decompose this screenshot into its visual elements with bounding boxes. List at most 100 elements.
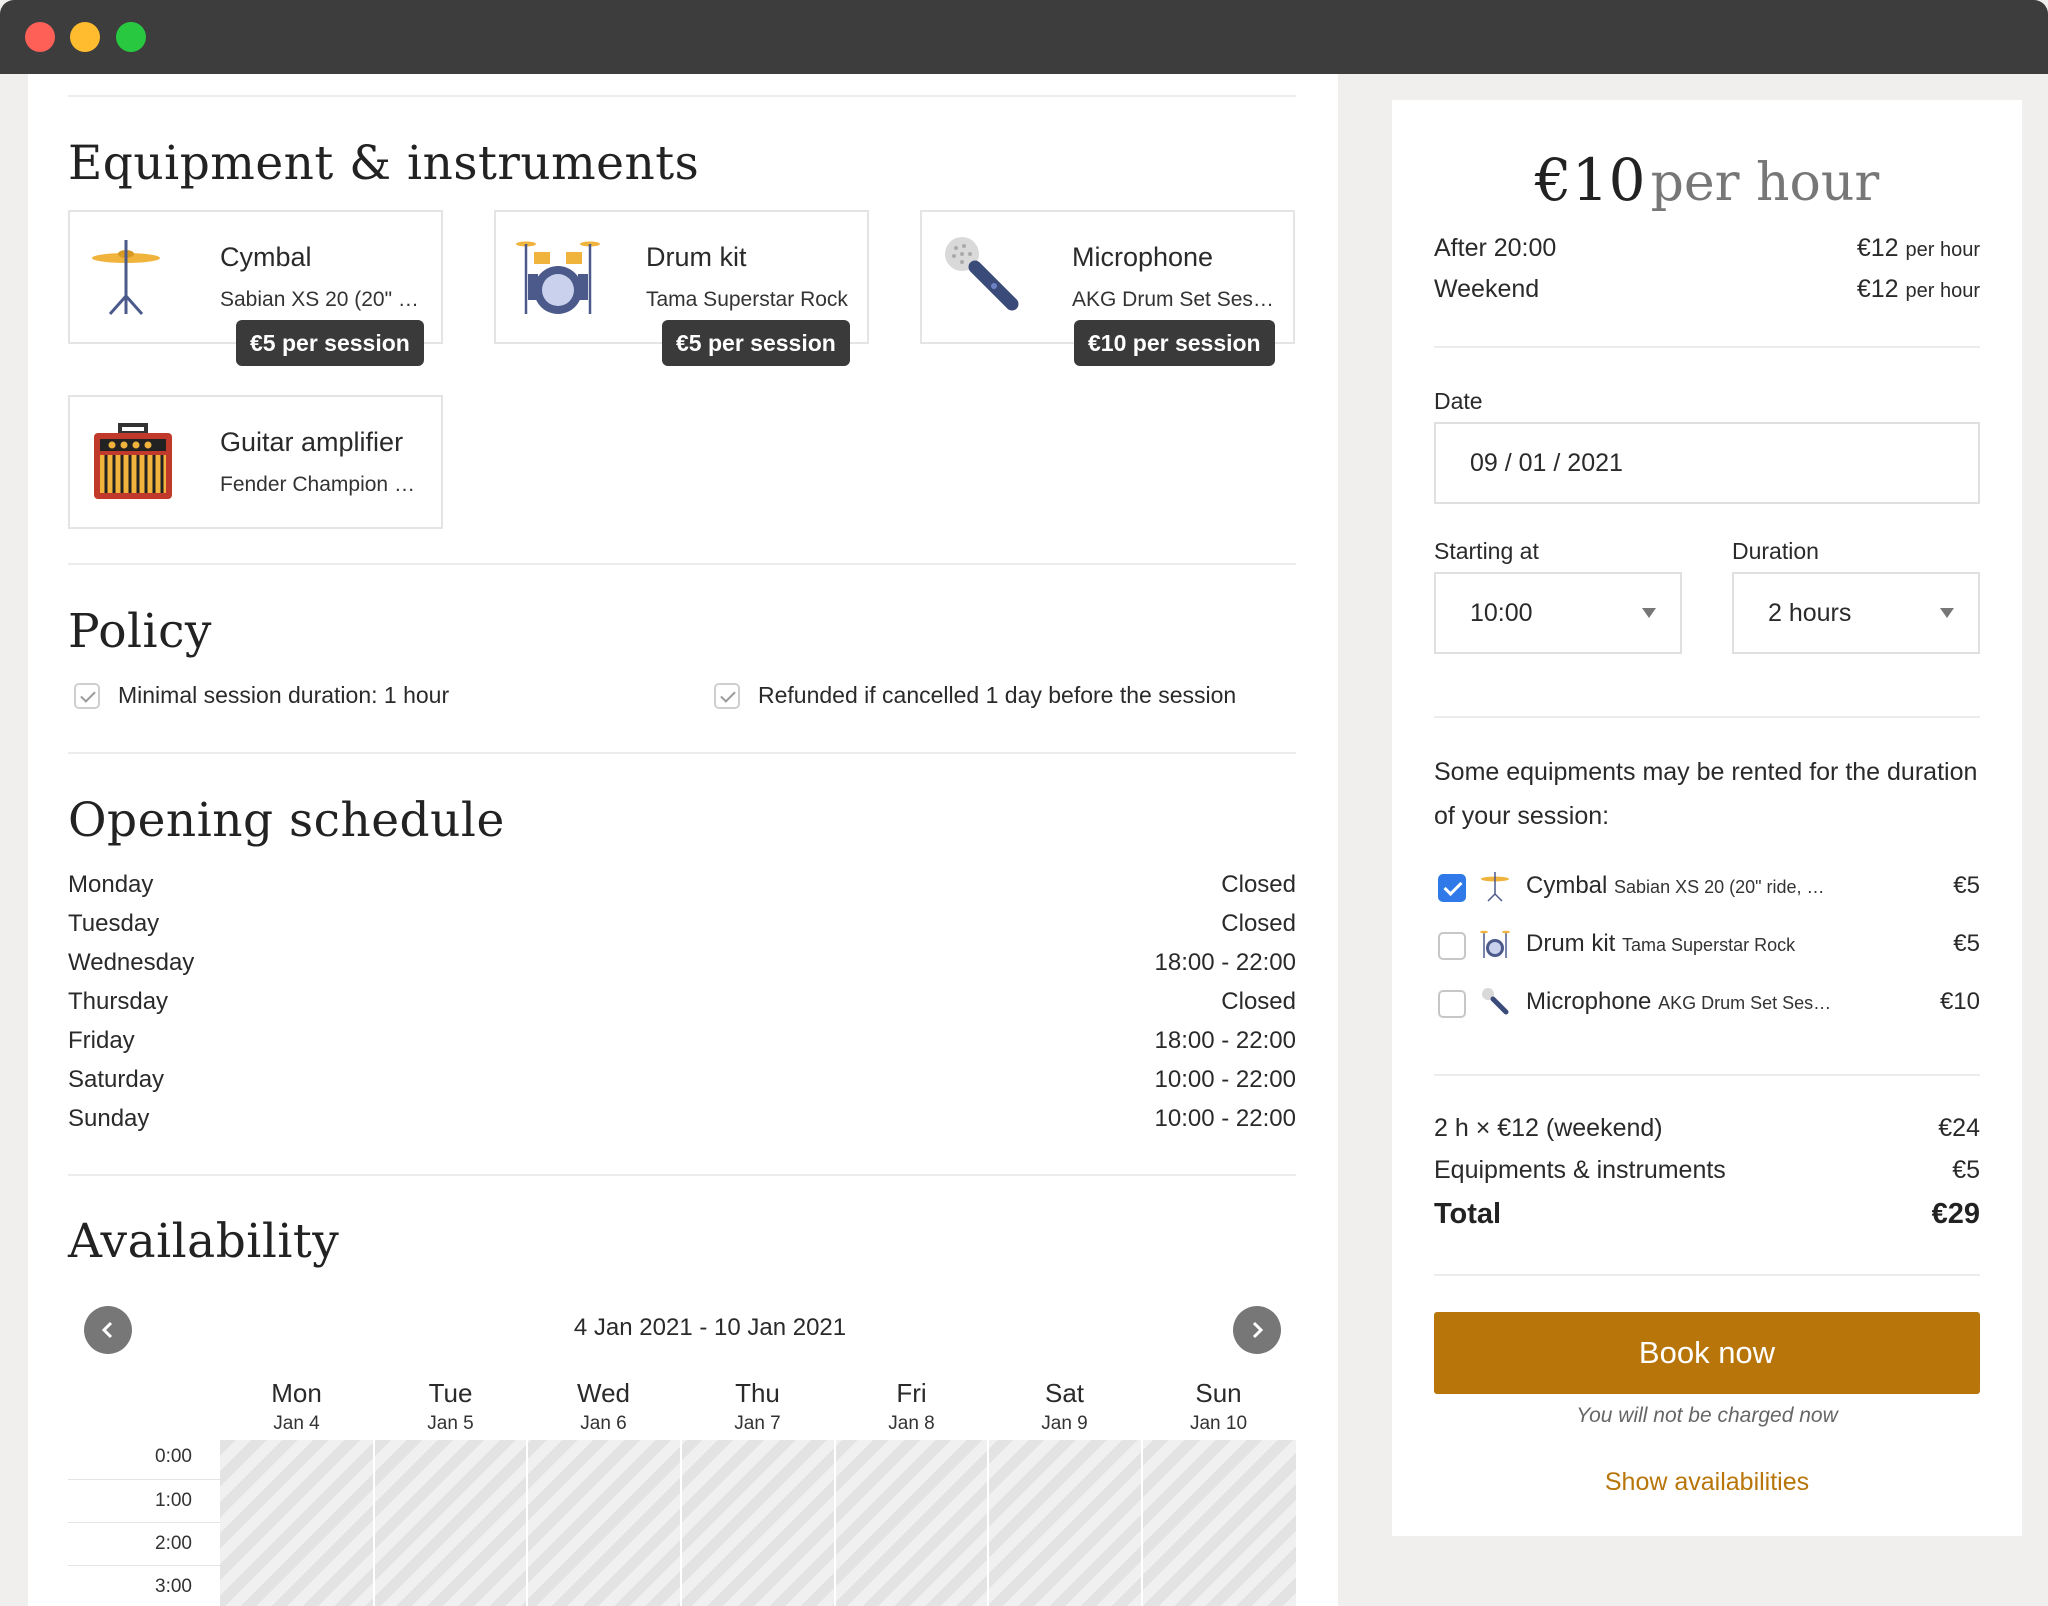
rental-price: €10 bbox=[1939, 988, 1980, 1015]
equipment-description: Sabian XS 20 (20" ride, Brilliant finish… bbox=[220, 288, 425, 311]
schedule-day: Wednesday bbox=[68, 949, 195, 976]
studio-details-panel: Equipment & instruments Cymbal Sabian XS… bbox=[28, 74, 1338, 1606]
rate-unit: per hour bbox=[1905, 280, 1981, 302]
day-header: Wed Jan 6 bbox=[527, 1378, 680, 1435]
book-now-button[interactable]: Book now bbox=[1434, 1312, 1980, 1394]
schedule-row: Sunday 10:00 - 22:00 bbox=[68, 1105, 1296, 1144]
policy-text: Refunded if cancelled 1 day before the s… bbox=[758, 682, 1237, 708]
schedule-day: Tuesday bbox=[68, 910, 160, 937]
schedule-row: Monday Closed bbox=[68, 871, 1296, 910]
schedule-hours: 10:00 - 22:00 bbox=[1154, 1066, 1296, 1093]
rental-item-microphone[interactable]: Microphone AKG Drum Set Ses… €10 bbox=[1434, 984, 1980, 1024]
day-date: Jan 6 bbox=[580, 1413, 627, 1434]
hourly-price: €10 per hour bbox=[1392, 146, 2022, 214]
day-header: Sat Jan 9 bbox=[988, 1378, 1141, 1435]
rate-row: After 20:00 €12 per hour bbox=[1434, 234, 1980, 263]
divider bbox=[1434, 1074, 1980, 1076]
availability-grid bbox=[220, 1440, 1296, 1606]
chevron-down-icon bbox=[1642, 608, 1656, 618]
equipment-name: Cymbal bbox=[220, 242, 312, 272]
date-input[interactable]: 09 / 01 / 2021 bbox=[1434, 422, 1980, 504]
rental-description: Sabian XS 20 (20" ride, … bbox=[1614, 877, 1825, 897]
equipment-card-microphone[interactable]: Microphone AKG Drum Set Session I €10 pe… bbox=[920, 210, 1295, 366]
rental-description: AKG Drum Set Ses… bbox=[1658, 993, 1832, 1013]
drum-kit-icon bbox=[1480, 930, 1510, 958]
close-window-button[interactable] bbox=[25, 22, 55, 52]
rental-price: €5 bbox=[1953, 930, 1980, 957]
day-date: Jan 7 bbox=[734, 1413, 781, 1434]
divider bbox=[1434, 346, 1980, 348]
day-name: Tue bbox=[428, 1378, 473, 1408]
rental-checkbox[interactable] bbox=[1438, 990, 1466, 1018]
rental-item-cymbal[interactable]: Cymbal Sabian XS 20 (20" ride, … €5 bbox=[1434, 868, 1980, 908]
minimize-window-button[interactable] bbox=[70, 22, 100, 52]
chevron-left-icon bbox=[101, 1321, 113, 1339]
day-header: Sun Jan 10 bbox=[1142, 1378, 1295, 1435]
price-badge: €10 per session bbox=[1074, 320, 1275, 366]
total-label: Total bbox=[1434, 1198, 1502, 1230]
maximize-window-button[interactable] bbox=[116, 22, 146, 52]
day-name: Sat bbox=[1044, 1378, 1085, 1408]
rate-row: Weekend €12 per hour bbox=[1434, 275, 1980, 304]
drum-kit-icon bbox=[516, 241, 600, 314]
schedule-day: Friday bbox=[68, 1027, 135, 1054]
schedule-day: Thursday bbox=[68, 988, 169, 1015]
time-label: 3:00 bbox=[68, 1565, 220, 1606]
rental-checkbox[interactable] bbox=[1438, 874, 1466, 902]
rate-value: €12 bbox=[1856, 234, 1899, 262]
starting-at-label: Starting at bbox=[1434, 538, 1539, 564]
schedule-row: Thursday Closed bbox=[68, 988, 1296, 1027]
chevron-right-icon bbox=[1252, 1321, 1264, 1339]
equipment-card-cymbal[interactable]: Cymbal Sabian XS 20 (20" ride, Brilliant… bbox=[68, 210, 443, 366]
equipment-card-guitar-amplifier[interactable]: Guitar amplifier Fender Champion 100 bbox=[68, 395, 443, 529]
total-row: Total €29 bbox=[1434, 1198, 1980, 1231]
previous-week-button[interactable] bbox=[84, 1306, 132, 1354]
divider bbox=[68, 1174, 1296, 1176]
rate-label: Weekend bbox=[1434, 275, 1540, 303]
schedule-day: Monday bbox=[68, 871, 154, 898]
equipment-heading: Equipment & instruments bbox=[68, 136, 700, 191]
check-icon bbox=[714, 682, 740, 709]
schedule-row: Tuesday Closed bbox=[68, 910, 1296, 949]
schedule-day: Saturday bbox=[68, 1066, 165, 1093]
price-badge: €5 per session bbox=[236, 320, 424, 366]
day-name: Mon bbox=[271, 1378, 322, 1408]
schedule-row: Saturday 10:00 - 22:00 bbox=[68, 1066, 1296, 1105]
duration-select[interactable]: 2 hours bbox=[1732, 572, 1980, 654]
duration-value: 2 hours bbox=[1768, 599, 1852, 627]
show-availabilities-link[interactable]: Show availabilities bbox=[1434, 1468, 1980, 1497]
equipment-card-drum-kit[interactable]: Drum kit Tama Superstar Rock €5 per sess… bbox=[494, 210, 869, 366]
rate-value: €12 bbox=[1856, 275, 1899, 303]
policy-heading: Policy bbox=[68, 604, 212, 659]
schedule-hours: Closed bbox=[1221, 988, 1296, 1015]
opening-schedule-heading: Opening schedule bbox=[68, 793, 505, 848]
grid-divider bbox=[680, 1440, 682, 1606]
schedule-hours: Closed bbox=[1221, 910, 1296, 937]
price-badge: €5 per session bbox=[662, 320, 850, 366]
next-week-button[interactable] bbox=[1233, 1306, 1281, 1354]
grid-divider bbox=[526, 1440, 528, 1606]
divider bbox=[1434, 1274, 1980, 1276]
summary-label: 2 h × €12 (weekend) bbox=[1434, 1114, 1663, 1142]
price-unit: per hour bbox=[1650, 153, 1880, 213]
summary-value: €5 bbox=[1952, 1156, 1980, 1184]
rental-item-drum-kit[interactable]: Drum kit Tama Superstar Rock €5 bbox=[1434, 926, 1980, 966]
rental-checkbox[interactable] bbox=[1438, 932, 1466, 960]
price-amount: €10 bbox=[1534, 146, 1646, 214]
rate-unit: per hour bbox=[1905, 239, 1981, 261]
summary-label: Equipments & instruments bbox=[1434, 1156, 1726, 1184]
grid-divider bbox=[987, 1440, 989, 1606]
equipment-description: AKG Drum Set Session I bbox=[1072, 288, 1277, 311]
week-range: 4 Jan 2021 - 10 Jan 2021 bbox=[573, 1314, 847, 1341]
day-date: Jan 5 bbox=[427, 1413, 474, 1434]
day-date: Jan 10 bbox=[1189, 1413, 1248, 1434]
summary-value: €24 bbox=[1938, 1114, 1980, 1142]
microphone-icon bbox=[1482, 988, 1509, 1015]
starting-at-select[interactable]: 10:00 bbox=[1434, 572, 1682, 654]
equipment-name: Microphone bbox=[1072, 242, 1214, 272]
day-name: Thu bbox=[735, 1378, 780, 1408]
day-name: Wed bbox=[577, 1378, 630, 1408]
grid-divider bbox=[1141, 1440, 1143, 1606]
equipment-name: Drum kit bbox=[646, 242, 747, 272]
check-icon bbox=[74, 682, 100, 709]
